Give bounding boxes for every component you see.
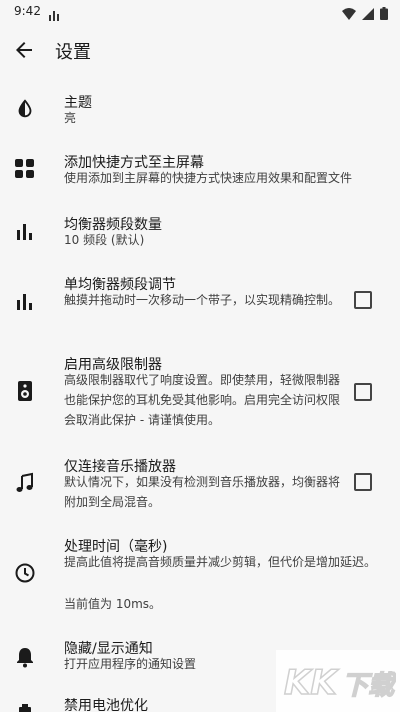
cell-signal-icon <box>362 5 374 24</box>
clock-icon <box>14 562 36 584</box>
setting-title: 禁用电池优化 <box>64 698 148 712</box>
checkbox[interactable] <box>354 291 372 309</box>
svg-text:KK: KK <box>284 663 339 703</box>
setting-single-band-adjust[interactable]: 单均衡器频段调节 触摸并拖动时一次移动一个带子，以实现精确控制。 <box>0 274 400 334</box>
arrow-left-icon <box>12 42 36 66</box>
setting-summary: 触摸并拖动时一次移动一个带子，以实现精确控制。 <box>64 293 341 307</box>
setting-summary: 10 频段 (默认) <box>64 233 145 247</box>
bell-icon <box>14 646 36 668</box>
bar-chart-icon <box>14 290 36 312</box>
svg-text:下载: 下载 <box>342 671 396 701</box>
checkbox[interactable] <box>354 473 372 491</box>
watermark: KK 下载 <box>276 650 400 712</box>
setting-summary: 默认情况下，如果没有检测到音乐播放器，均衡器将附加到全局混音。 <box>64 475 341 509</box>
setting-current-value: 当前值为 10ms。 <box>64 597 162 611</box>
battery-status-icon <box>380 5 388 24</box>
toolbar: 设置 <box>0 24 400 76</box>
page-title: 设置 <box>55 42 91 63</box>
setting-advanced-limiter[interactable]: 启用高级限制器 高级限制器取代了响度设置。即使禁用，轻微限制器也能保护您的耳机免… <box>0 354 400 434</box>
watermark-logo: KK 下载 <box>283 662 396 704</box>
speaker-icon <box>14 380 36 402</box>
battery-icon <box>14 704 36 712</box>
setting-summary: 提高此值将提高音频质量并减少剪辑，但代价是增加延迟。 <box>64 555 377 569</box>
status-time: 9:42 <box>14 4 41 18</box>
contrast-icon <box>14 98 36 120</box>
setting-summary: 使用添加到主屏幕的快捷方式快速应用效果和配置文件 <box>64 171 353 185</box>
setting-eq-bands[interactable]: 均衡器频段数量 10 频段 (默认) <box>0 212 400 256</box>
setting-processing-time[interactable]: 处理时间（毫秒) 提高此值将提高音频质量并减少剪辑，但代价是增加延迟。 当前值为… <box>0 536 400 620</box>
widgets-icon <box>14 158 36 180</box>
setting-summary: 亮 <box>64 111 77 125</box>
activity-icon <box>49 6 59 25</box>
setting-theme[interactable]: 主题 亮 <box>0 88 400 132</box>
setting-music-players-only[interactable]: 仅连接音乐播放器 默认情况下，如果没有检测到音乐播放器，均衡器将附加到全局混音。 <box>0 456 400 516</box>
music-note-icon <box>14 472 36 494</box>
setting-summary: 高级限制器取代了响度设置。即使禁用，轻微限制器也能保护您的耳机免受其他影响。启用… <box>64 373 341 427</box>
bar-chart-icon <box>14 220 36 242</box>
status-bar: 9:42 <box>0 0 400 24</box>
checkbox[interactable] <box>354 383 372 401</box>
back-button[interactable] <box>12 38 36 62</box>
setting-add-shortcut[interactable]: 添加快捷方式至主屏幕 使用添加到主屏幕的快捷方式快速应用效果和配置文件 <box>0 150 400 194</box>
wifi-icon <box>342 5 356 24</box>
